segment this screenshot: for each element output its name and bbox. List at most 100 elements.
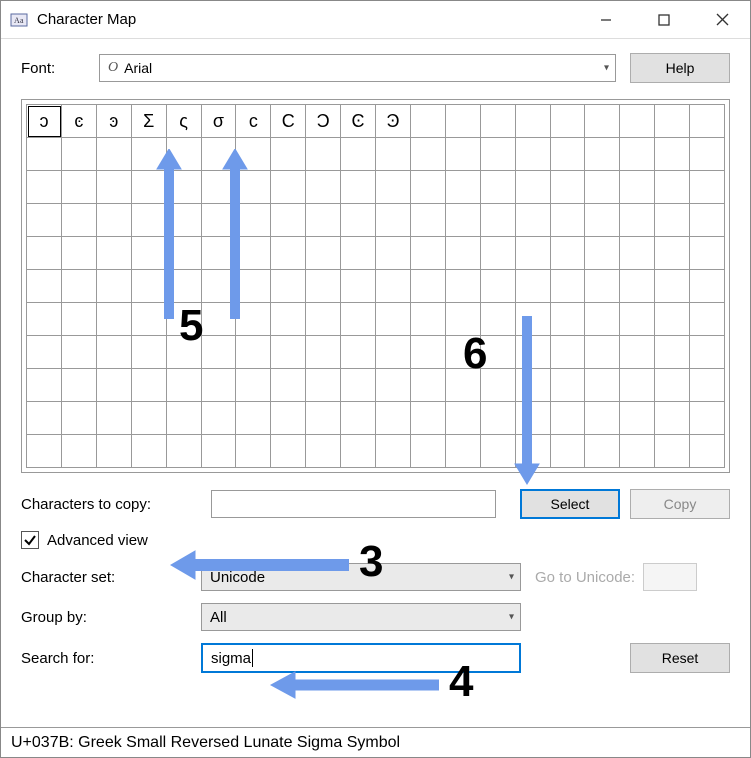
grid-cell[interactable] [341,369,376,402]
grid-cell[interactable] [306,303,341,336]
grid-cell[interactable]: ͻ [27,105,62,138]
grid-cell[interactable] [341,402,376,435]
character-grid[interactable]: ͻͼͽΣςσϲϹϽϾϿ [26,104,725,468]
reset-button[interactable]: Reset [630,643,730,673]
grid-cell[interactable] [132,369,167,402]
grid-cell[interactable] [271,303,306,336]
grid-cell[interactable] [27,336,62,369]
grid-cell[interactable] [27,270,62,303]
font-select[interactable]: O Arial ▾ [99,54,616,82]
grid-cell[interactable] [341,237,376,270]
grid-cell[interactable] [236,369,271,402]
grid-cell[interactable] [446,138,481,171]
grid-cell[interactable] [690,336,725,369]
grid-cell[interactable] [271,237,306,270]
grid-cell[interactable] [97,270,132,303]
grid-cell[interactable] [167,336,202,369]
grid-cell[interactable] [516,105,551,138]
grid-cell[interactable] [306,237,341,270]
grid-cell[interactable] [27,435,62,468]
grid-cell[interactable] [167,171,202,204]
grid-cell[interactable] [411,138,446,171]
grid-cell[interactable] [236,171,271,204]
grid-cell[interactable] [132,171,167,204]
grid-cell[interactable] [551,105,586,138]
grid-cell[interactable] [27,369,62,402]
grid-cell[interactable] [376,435,411,468]
grid-cell[interactable] [167,435,202,468]
grid-cell[interactable] [446,336,481,369]
grid-cell[interactable] [271,138,306,171]
grid-cell[interactable] [585,336,620,369]
grid-cell[interactable]: Ϲ [271,105,306,138]
grid-cell[interactable] [62,435,97,468]
grid-cell[interactable] [167,303,202,336]
maximize-button[interactable] [644,6,684,34]
grid-cell[interactable] [62,369,97,402]
grid-cell[interactable] [132,237,167,270]
grid-cell[interactable] [551,171,586,204]
grid-cell[interactable] [655,204,690,237]
grid-cell[interactable] [446,171,481,204]
grid-cell[interactable] [341,435,376,468]
grid-cell[interactable] [97,369,132,402]
grid-cell[interactable] [585,138,620,171]
grid-cell[interactable] [411,105,446,138]
close-button[interactable] [702,6,742,34]
charset-select[interactable]: Unicode ▾ [201,563,521,591]
grid-cell[interactable] [620,402,655,435]
grid-cell[interactable] [376,336,411,369]
grid-cell[interactable] [341,204,376,237]
grid-cell[interactable] [306,336,341,369]
grid-cell[interactable] [411,303,446,336]
grid-cell[interactable] [620,237,655,270]
grid-cell[interactable] [62,237,97,270]
grid-cell[interactable]: ͽ [97,105,132,138]
grid-cell[interactable] [551,138,586,171]
grid-cell[interactable] [306,270,341,303]
grid-cell[interactable] [481,270,516,303]
select-button[interactable]: Select [520,489,620,519]
grid-cell[interactable] [306,402,341,435]
grid-cell[interactable] [655,171,690,204]
grid-cell[interactable] [585,369,620,402]
grid-cell[interactable]: Σ [132,105,167,138]
grid-cell[interactable] [271,402,306,435]
grid-cell[interactable] [620,138,655,171]
grid-cell[interactable] [690,171,725,204]
grid-cell[interactable] [585,402,620,435]
copy-input[interactable] [211,490,496,518]
grid-cell[interactable] [271,369,306,402]
grid-cell[interactable] [516,369,551,402]
grid-cell[interactable] [551,402,586,435]
grid-cell[interactable] [411,237,446,270]
copy-button[interactable]: Copy [630,489,730,519]
grid-cell[interactable] [202,171,237,204]
grid-cell[interactable] [27,237,62,270]
grid-cell[interactable] [411,204,446,237]
grid-cell[interactable] [516,204,551,237]
grid-cell[interactable] [202,303,237,336]
grid-cell[interactable] [376,138,411,171]
grid-cell[interactable] [376,402,411,435]
grid-cell[interactable] [516,435,551,468]
grid-cell[interactable] [690,270,725,303]
grid-cell[interactable] [167,237,202,270]
grid-cell[interactable] [411,171,446,204]
grid-cell[interactable] [62,204,97,237]
grid-cell[interactable] [132,204,167,237]
grid-cell[interactable] [655,237,690,270]
grid-cell[interactable] [271,336,306,369]
grid-cell[interactable] [167,270,202,303]
grid-cell[interactable] [620,270,655,303]
grid-cell[interactable] [516,336,551,369]
grid-cell[interactable] [132,402,167,435]
grid-cell[interactable] [516,303,551,336]
grid-cell[interactable] [620,435,655,468]
grid-cell[interactable] [341,171,376,204]
grid-cell[interactable] [62,336,97,369]
grid-cell[interactable] [690,105,725,138]
grid-cell[interactable] [551,237,586,270]
grid-cell[interactable] [585,270,620,303]
grid-cell[interactable] [97,435,132,468]
